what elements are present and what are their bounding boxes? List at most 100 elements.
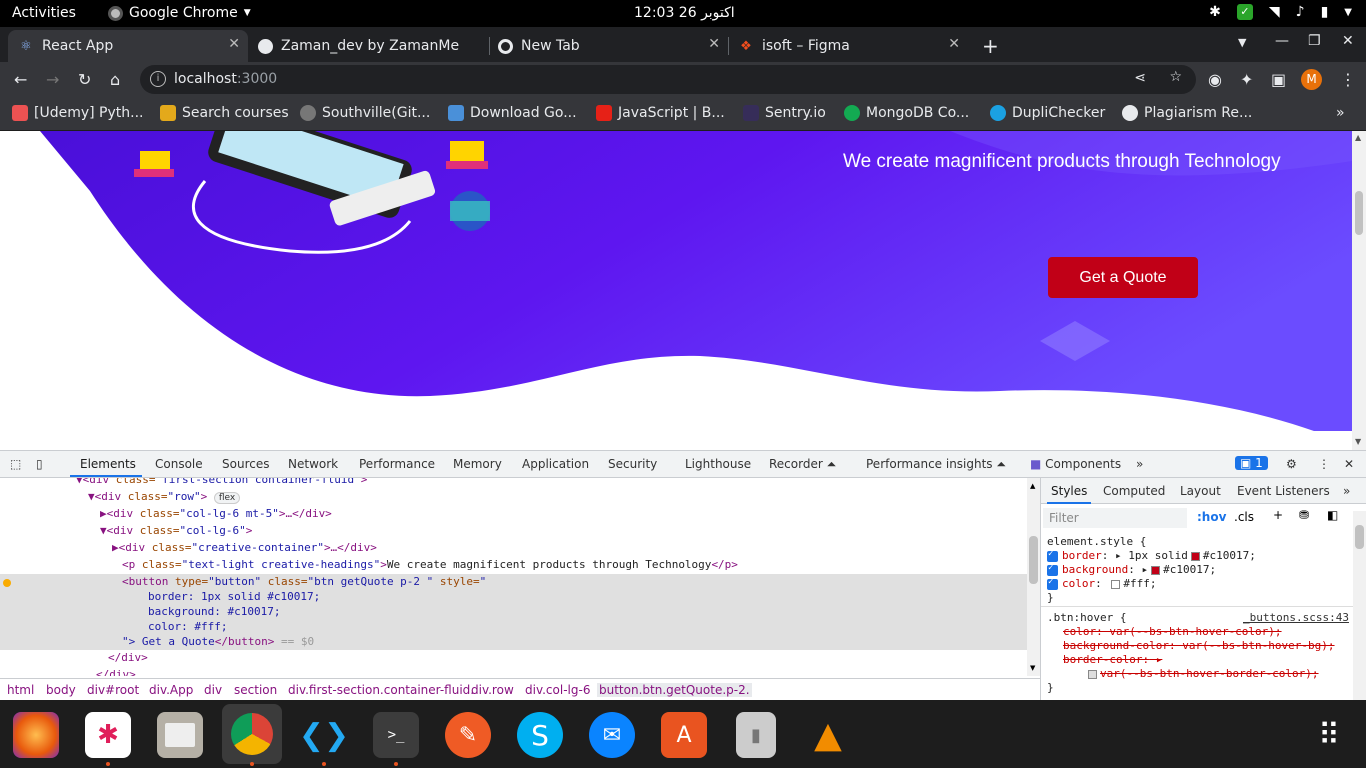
settings-gear-icon[interactable]: ⚙ <box>1286 457 1297 471</box>
dom-scrollbar[interactable]: ▲ ▼ <box>1027 478 1040 676</box>
bookmark-mongodb[interactable]: MongoDB Co... <box>844 105 969 121</box>
tab-styles[interactable]: Styles <box>1051 484 1087 498</box>
close-icon[interactable]: ✕ <box>228 36 240 52</box>
skype-icon[interactable]: S <box>517 712 563 758</box>
bookmark-duplichecker[interactable]: DupliChecker <box>990 105 1105 121</box>
archive-icon[interactable]: ▮ <box>736 712 776 758</box>
style-property[interactable]: background: ▸#c10017; <box>1047 563 1216 576</box>
dom-node[interactable]: <p class="text-light creative-headings">… <box>0 558 1027 574</box>
crumb[interactable]: div.first-section.container-fluid. <box>288 683 474 697</box>
cls-toggle[interactable]: .cls <box>1234 510 1254 524</box>
tab-figma[interactable]: ❖ isoft – Figma ✕ <box>728 30 968 62</box>
back-icon[interactable]: ← <box>14 70 27 89</box>
scroll-up-icon[interactable]: ▲ <box>1355 133 1361 142</box>
source-link[interactable]: _buttons.scss:43 <box>1243 611 1349 624</box>
overridden-property[interactable]: color: var(--bs-btn-hover-color); <box>1063 625 1282 638</box>
more-tabs-icon[interactable]: » <box>1136 457 1143 471</box>
crumb[interactable]: section <box>234 683 277 697</box>
check-tray-icon[interactable]: ✓ <box>1236 4 1253 20</box>
tab-application[interactable]: Application <box>522 457 589 471</box>
style-property[interactable]: color: #fff; <box>1047 577 1157 590</box>
get-quote-button[interactable]: Get a Quote <box>1048 257 1198 298</box>
side-panel-icon[interactable]: ▣ <box>1271 70 1286 89</box>
appcenter-icon[interactable]: A <box>661 712 707 758</box>
crumb[interactable]: html <box>7 683 34 697</box>
wifi-icon[interactable]: ◥ <box>1269 4 1280 20</box>
reload-icon[interactable]: ↻ <box>78 70 91 89</box>
color-swatch[interactable] <box>1151 565 1161 575</box>
close-devtools-icon[interactable]: ✕ <box>1344 457 1354 471</box>
volume-icon[interactable]: ♪ <box>1296 4 1305 20</box>
bookmark-download[interactable]: Download Go... <box>448 105 577 121</box>
minimize-icon[interactable]: — <box>1275 33 1289 49</box>
crumb[interactable]: div.row <box>471 683 514 697</box>
dom-node[interactable]: ▶<div class="creative-container">…</div> <box>0 541 1027 557</box>
crumb[interactable]: div.App <box>149 683 193 697</box>
scroll-up-icon[interactable]: ▲ <box>1030 482 1035 490</box>
activities-button[interactable]: Activities <box>12 5 76 21</box>
window-close-icon[interactable]: ✕ <box>1342 33 1354 49</box>
bookmark-search-courses[interactable]: Search courses <box>160 105 289 121</box>
tab-event-listeners[interactable]: Event Listeners <box>1237 484 1330 498</box>
scrollbar-thumb[interactable] <box>1355 525 1364 549</box>
scroll-down-icon[interactable]: ▼ <box>1355 437 1361 446</box>
tab-network[interactable]: Network <box>288 457 338 471</box>
issues-badge[interactable]: ▣ 1 <box>1235 456 1268 470</box>
hov-toggle[interactable]: :hov <box>1197 510 1226 524</box>
overridden-property[interactable]: border-color: ▸ <box>1063 653 1162 666</box>
new-rule-icon[interactable]: + <box>1273 508 1283 522</box>
forward-icon[interactable]: → <box>46 70 59 89</box>
inspect-icon[interactable]: ⬚ <box>10 457 21 471</box>
scroll-down-icon[interactable]: ▼ <box>1030 664 1035 672</box>
terminal-icon[interactable]: >_ <box>373 712 419 758</box>
slack-tray-icon[interactable]: ✱ <box>1209 4 1221 20</box>
tab-components[interactable]: ■ Components <box>1030 457 1121 471</box>
bookmark-southville[interactable]: Southville(Git... <box>300 105 430 121</box>
tab-recorder[interactable]: Recorder ⏶ <box>769 457 836 472</box>
close-icon[interactable]: ✕ <box>708 36 720 52</box>
tab-memory[interactable]: Memory <box>453 457 502 471</box>
crumb-active[interactable]: button.btn.getQuote.p-2. <box>597 683 752 697</box>
bookmark-udemy[interactable]: [Udemy] Pyth... <box>12 105 143 121</box>
device-toolbar-icon[interactable]: ▯ <box>36 457 43 471</box>
style-property[interactable]: border: ▸ 1px solid#c10017; <box>1047 549 1256 562</box>
postman-icon[interactable]: ✎ <box>445 712 491 758</box>
checkbox[interactable] <box>1047 577 1058 590</box>
devtools-menu-icon[interactable]: ⋮ <box>1318 457 1330 471</box>
avatar[interactable]: M <box>1301 69 1322 90</box>
kebab-menu-icon[interactable]: ⋮ <box>1340 70 1356 89</box>
page-scrollbar[interactable]: ▲ ▼ <box>1352 131 1366 450</box>
dom-tree[interactable]: ▼<div class="first-section container-flu… <box>0 478 1027 676</box>
sidebar-toggle-icon[interactable]: ◧ <box>1327 508 1338 522</box>
flex-badge[interactable]: flex <box>213 492 241 504</box>
more-bookmarks-icon[interactable]: » <box>1336 105 1345 121</box>
scrollbar-thumb[interactable] <box>1029 536 1038 584</box>
chevron-down-icon[interactable]: ▼ <box>1344 7 1352 18</box>
chrome-active-tile[interactable] <box>222 704 282 764</box>
tab-search-icon[interactable]: ▼ <box>1238 36 1246 49</box>
overridden-property[interactable]: background-color: var(--bs-btn-hover-bg)… <box>1063 639 1335 652</box>
share-icon[interactable]: ⋖ <box>1134 70 1146 86</box>
app-grid-icon[interactable]: ⠿ <box>1306 712 1352 758</box>
clock[interactable]: 12:03 26 اکتوبر <box>634 5 735 21</box>
site-info-icon[interactable]: i <box>150 71 166 87</box>
bookmark-plagiarism[interactable]: Plagiarism Re... <box>1122 105 1252 121</box>
maximize-icon[interactable]: ❐ <box>1308 33 1321 49</box>
styles-scrollbar[interactable] <box>1353 511 1366 701</box>
tab-github[interactable]: Zaman_dev by ZamanMe <box>248 30 488 62</box>
bookmark-sentry[interactable]: Sentry.io <box>743 105 826 121</box>
tab-performance[interactable]: Performance <box>359 457 435 471</box>
checkbox[interactable] <box>1047 549 1058 562</box>
app-menu[interactable]: Google Chrome ▼ <box>108 5 251 21</box>
bookmark-star-icon[interactable]: ☆ <box>1169 69 1182 85</box>
home-icon[interactable]: ⌂ <box>110 70 120 89</box>
tab-console[interactable]: Console <box>155 457 203 471</box>
firefox-icon[interactable] <box>13 712 59 758</box>
tab-layout[interactable]: Layout <box>1180 484 1221 498</box>
system-tray[interactable]: ✱ ✓ ◥ ♪ ▮ ▼ <box>1209 4 1352 20</box>
styles-pane[interactable]: element.style { border: ▸ 1px solid#c100… <box>1041 535 1353 700</box>
tab-computed[interactable]: Computed <box>1103 484 1165 498</box>
overridden-value[interactable]: var(--bs-btn-hover-border-color); <box>1085 667 1319 680</box>
vlc-icon[interactable]: ▲ <box>805 712 851 758</box>
extension-record-icon[interactable]: ◉ <box>1208 70 1222 89</box>
